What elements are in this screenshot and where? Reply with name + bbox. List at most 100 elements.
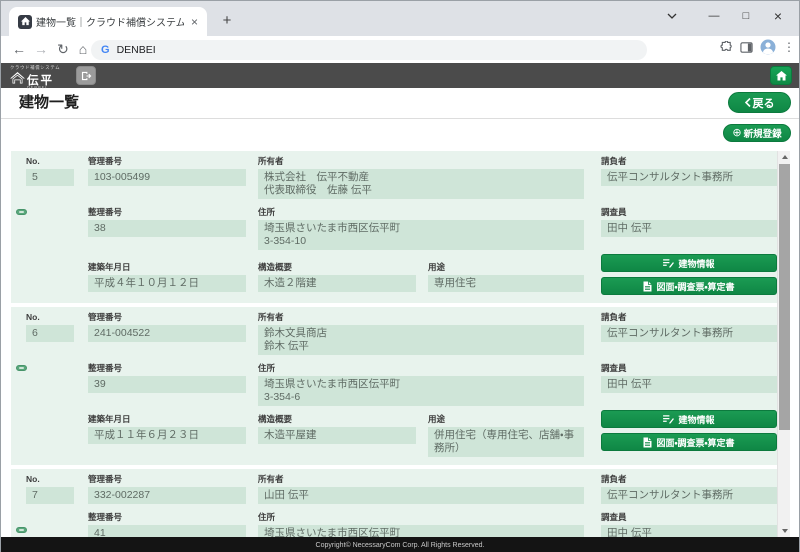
field-seiri: 39 (88, 376, 246, 393)
scrollbar-up-arrow[interactable] (778, 151, 791, 163)
copyright-text: Copyright© NecessaryCom Corp. All Rights… (316, 542, 485, 549)
field-kenchiku: 平成４年１０月１２日 (88, 275, 246, 292)
browser-tab-bar: 建物一覧｜クラウド補償システム 伝 × + — □ × (1, 1, 799, 36)
nav-back-icon[interactable]: ← (9, 39, 29, 59)
field-label-seiri: 整理番号 (88, 513, 246, 522)
field-kozo: 木造２階建 (258, 275, 416, 292)
plus-circle-icon: ⊕ (732, 128, 741, 139)
documents-button[interactable]: 図面・調査票・算定書 (601, 277, 777, 295)
field-label-chosain: 調査員 (601, 513, 777, 522)
field-ukeoi: 伝平コンサルタント事務所 (601, 487, 777, 504)
side-panel-icon[interactable] (740, 41, 753, 54)
building-record-card: No. 6 管理番号 241-004522 所有者 鈴木文具商店 鈴木 伝平 請… (11, 307, 777, 465)
field-address: 埼玉県さいたま市西区伝平町 3-354-10 (258, 220, 584, 250)
browser-tab[interactable]: 建物一覧｜クラウド補償システム 伝 × (9, 7, 207, 36)
back-button[interactable]: 戻る (728, 92, 791, 113)
logo-subtext: DENBEI (27, 86, 59, 90)
field-label-kozo: 構造概要 (258, 263, 416, 272)
list-edit-icon (663, 259, 674, 268)
document-icon (643, 437, 652, 448)
field-label-owner: 所有者 (258, 157, 584, 166)
app-logo: クラウド補償システム 伝平 DENBEI (10, 64, 80, 92)
building-record-card: No. 5 管理番号 103-005499 所有者 株式会社 伝平不動産 代表取… (11, 151, 777, 303)
field-kanri: 241-004522 (88, 325, 246, 342)
field-no: 6 (26, 325, 74, 342)
profile-avatar[interactable] (760, 39, 776, 55)
field-owner: 山田 伝平 (258, 487, 584, 504)
field-kanri: 332-002287 (88, 487, 246, 504)
list-scrollbar[interactable] (777, 151, 790, 537)
tab-title: 建物一覧｜クラウド補償システム 伝 (36, 14, 184, 29)
window-maximize-button[interactable]: □ (731, 1, 761, 31)
browser-toolbar: ← → ↻ ⌂ G DENBEI ⋮ (1, 36, 799, 63)
field-label-ukeoi: 請負者 (601, 313, 777, 322)
logout-button[interactable] (76, 66, 96, 85)
scrollbar-down-arrow[interactable] (778, 525, 791, 537)
field-label-no: No. (26, 475, 74, 484)
building-list: No. 5 管理番号 103-005499 所有者 株式会社 伝平不動産 代表取… (11, 151, 777, 537)
browser-menu-icon[interactable]: ⋮ (783, 40, 795, 54)
tab-search-chevron-icon[interactable] (657, 1, 687, 31)
field-ukeoi: 伝平コンサルタント事務所 (601, 325, 777, 342)
document-icon (643, 281, 652, 292)
field-address: 埼玉県さいたま市西区伝平町 3-354-6 (258, 376, 584, 406)
field-label-kozo: 構造概要 (258, 415, 416, 424)
field-label-no: No. (26, 157, 74, 166)
link-icon[interactable] (16, 527, 27, 533)
site-favicon-icon (18, 15, 32, 29)
field-label-address: 住所 (258, 513, 584, 522)
field-label-chosain: 調査員 (601, 364, 777, 373)
field-label-ukeoi: 請負者 (601, 157, 777, 166)
field-label-chosain: 調査員 (601, 208, 777, 217)
field-owner: 株式会社 伝平不動産 代表取締役 佐藤 伝平 (258, 169, 584, 199)
field-label-kanri: 管理番号 (88, 475, 246, 484)
field-yoto: 専用住宅 (428, 275, 584, 292)
field-label-owner: 所有者 (258, 313, 584, 322)
field-label-kenchiku: 建築年月日 (88, 263, 246, 272)
nav-forward-icon[interactable]: → (31, 39, 51, 59)
field-no: 5 (26, 169, 74, 186)
nav-home-icon[interactable]: ⌂ (73, 39, 93, 59)
building-info-button[interactable]: 建物情報 (601, 410, 777, 428)
field-chosain: 田中 伝平 (601, 220, 777, 237)
field-chosain: 田中 伝平 (601, 525, 777, 537)
google-icon: G (101, 44, 110, 56)
app-footer: Copyright© NecessaryCom Corp. All Rights… (1, 537, 799, 552)
home-button[interactable] (770, 66, 792, 85)
page-title: 建物一覧 (19, 91, 79, 112)
window-close-button[interactable]: × (763, 1, 793, 31)
browser-window: { "browser": { "tab_title": "建物一覧｜クラウド補償… (0, 0, 800, 552)
field-yoto: 併用住宅（専用住宅、店舗・事務所） (428, 427, 584, 457)
link-icon[interactable] (16, 209, 27, 215)
field-label-yoto: 用途 (428, 263, 584, 272)
nav-reload-icon[interactable]: ↻ (53, 39, 73, 59)
building-info-button[interactable]: 建物情報 (601, 254, 777, 272)
address-bar-text: DENBEI (117, 44, 156, 56)
address-bar[interactable]: G DENBEI (91, 40, 647, 60)
new-tab-button[interactable]: + (215, 9, 239, 33)
field-label-address: 住所 (258, 364, 584, 373)
logo-tagline: クラウド補償システム (10, 64, 60, 70)
tab-close-icon[interactable]: × (188, 15, 201, 29)
field-kozo: 木造平屋建 (258, 427, 416, 444)
field-seiri: 38 (88, 220, 246, 237)
scrollbar-thumb[interactable] (779, 164, 790, 430)
logout-icon (81, 71, 92, 81)
app-header: クラウド補償システム 伝平 DENBEI (1, 63, 799, 88)
field-label-yoto: 用途 (428, 415, 584, 424)
field-label-kanri: 管理番号 (88, 313, 246, 322)
field-label-ukeoi: 請負者 (601, 475, 777, 484)
new-registration-button[interactable]: ⊕ 新規登録 (723, 124, 791, 142)
field-label-seiri: 整理番号 (88, 364, 246, 373)
field-address: 埼玉県さいたま市西区伝平町 3-355-1 (258, 525, 584, 537)
field-owner: 鈴木文具商店 鈴木 伝平 (258, 325, 584, 355)
link-icon[interactable] (16, 365, 27, 371)
list-edit-icon (663, 415, 674, 424)
documents-button[interactable]: 図面・調査票・算定書 (601, 433, 777, 451)
window-minimize-button[interactable]: — (699, 1, 729, 31)
field-kenchiku: 平成１１年６月２３日 (88, 427, 246, 444)
field-seiri: 41 (88, 525, 246, 537)
extensions-puzzle-icon[interactable] (720, 41, 733, 54)
field-label-address: 住所 (258, 208, 584, 217)
field-label-kenchiku: 建築年月日 (88, 415, 246, 424)
